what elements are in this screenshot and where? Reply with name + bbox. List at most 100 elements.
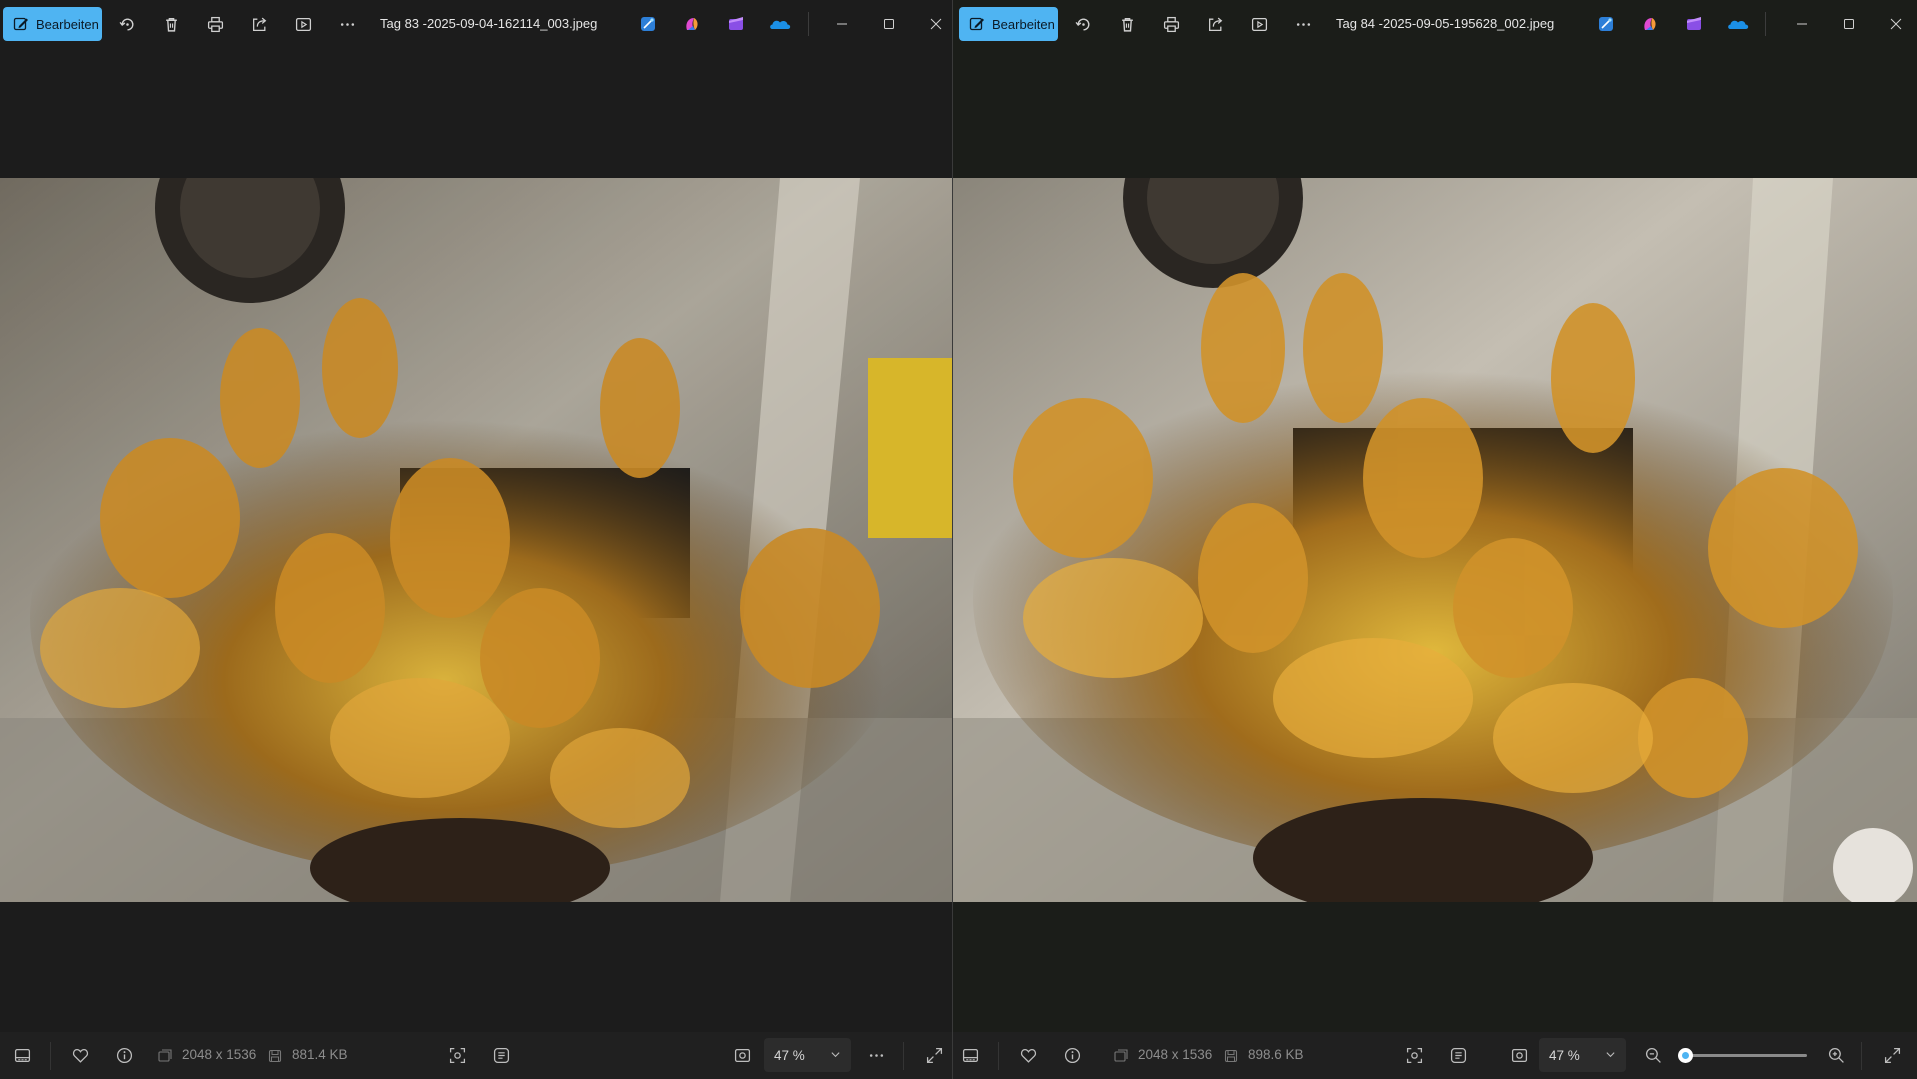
filmstrip-button[interactable] — [959, 1044, 981, 1066]
file-size: 898.6 KB — [1248, 1047, 1304, 1062]
zoom-slider[interactable] — [1678, 1048, 1807, 1063]
print-button[interactable] — [203, 12, 227, 36]
rotate-icon — [1075, 18, 1089, 31]
photo-canvas[interactable] — [953, 178, 1917, 902]
edit-button[interactable]: Bearbeiten — [959, 7, 1058, 41]
favorite-icon — [1020, 1048, 1036, 1063]
left-viewer-window: Bearbeiten Tag 83 -2025-09-04-162114_003… — [0, 0, 952, 1079]
delete-icon — [165, 17, 177, 32]
plant-photo[interactable] — [953, 178, 1917, 902]
zoom-level: 47 % — [1549, 1047, 1580, 1063]
slideshow-button[interactable] — [291, 12, 315, 36]
minimize-icon — [1797, 23, 1807, 25]
print-icon — [207, 16, 223, 32]
fit-to-window-icon — [1511, 1048, 1527, 1062]
fullscreen-button[interactable] — [1881, 1044, 1903, 1066]
info-button[interactable] — [1061, 1044, 1083, 1066]
zoom-level: 47 % — [774, 1047, 805, 1063]
favorite-button[interactable] — [69, 1044, 91, 1066]
share-icon — [252, 17, 266, 31]
right-viewer-window: Bearbeiten Tag 84 -2025-09-05-195628_002… — [953, 0, 1917, 1079]
fit-to-window-icon — [734, 1048, 750, 1062]
more-options-button[interactable] — [335, 12, 359, 36]
file-name: Tag 84 -2025-09-05-195628_002.jpeg — [1336, 16, 1555, 31]
rotate-button[interactable] — [1071, 12, 1095, 36]
chevron-down-icon — [1606, 1052, 1615, 1058]
edit-button[interactable]: Bearbeiten — [3, 7, 102, 41]
rotate-button[interactable] — [115, 12, 139, 36]
delete-button[interactable] — [1115, 12, 1139, 36]
print-button[interactable] — [1159, 12, 1183, 36]
statusbar-separator — [998, 1042, 999, 1070]
edit-button-label: Bearbeiten — [992, 16, 1055, 32]
share-icon — [1208, 17, 1222, 31]
more-options-button[interactable] — [865, 1044, 887, 1066]
zoom-level-dropdown[interactable]: 47 % — [1539, 1038, 1626, 1072]
zoom-in-button[interactable] — [1825, 1044, 1847, 1066]
fit-to-window-button[interactable] — [1508, 1044, 1530, 1066]
clipchamp-app-icon[interactable] — [1684, 14, 1704, 34]
visual-search-icon — [449, 1047, 465, 1063]
edit-icon — [13, 17, 28, 31]
designer-app-icon[interactable] — [638, 14, 658, 34]
chevron-down-icon — [831, 1052, 840, 1058]
statusbar-separator — [903, 1042, 904, 1070]
minimize-button[interactable] — [830, 12, 854, 36]
onedrive-icon[interactable] — [1726, 14, 1750, 34]
delete-button[interactable] — [159, 12, 183, 36]
plant-photo[interactable] — [0, 178, 952, 902]
visual-search-icon — [1406, 1047, 1422, 1063]
titlebar: Bearbeiten Tag 83 -2025-09-04-162114_003… — [0, 0, 952, 48]
fullscreen-button[interactable] — [923, 1044, 945, 1066]
statusbar: 2048 x 1536 898.6 KB 47 % — [953, 1032, 1917, 1079]
copilot-app-icon[interactable] — [682, 14, 702, 34]
maximize-button[interactable] — [877, 12, 901, 36]
close-button[interactable] — [1884, 12, 1908, 36]
close-button[interactable] — [924, 12, 948, 36]
filmstrip-button[interactable] — [11, 1044, 33, 1066]
maximize-button[interactable] — [1837, 12, 1861, 36]
zoom-out-button[interactable] — [1642, 1044, 1664, 1066]
maximize-icon — [884, 19, 894, 29]
info-button[interactable] — [113, 1044, 135, 1066]
more-icon — [869, 1053, 883, 1057]
rotate-icon — [119, 18, 133, 31]
zoom-level-dropdown[interactable]: 47 % — [764, 1038, 851, 1072]
image-dimensions-icon — [1114, 1049, 1128, 1062]
visual-search-button[interactable] — [446, 1044, 468, 1066]
delete-icon — [1121, 17, 1133, 32]
statusbar: 2048 x 1536 881.4 KB 47 % — [0, 1032, 952, 1079]
image-dimensions: 2048 x 1536 — [1138, 1047, 1213, 1062]
favorite-button[interactable] — [1017, 1044, 1039, 1066]
edit-icon — [969, 17, 984, 31]
slideshow-icon — [1251, 17, 1267, 31]
file-size: 881.4 KB — [292, 1047, 348, 1062]
visual-search-button[interactable] — [1403, 1044, 1425, 1066]
designer-app-icon[interactable] — [1596, 14, 1616, 34]
more-options-button[interactable] — [1291, 12, 1315, 36]
share-button[interactable] — [247, 12, 271, 36]
fit-to-window-button[interactable] — [731, 1044, 753, 1066]
clipchamp-app-icon[interactable] — [726, 14, 746, 34]
zoom-slider-thumb[interactable] — [1678, 1048, 1694, 1063]
text-recognition-icon — [493, 1047, 509, 1063]
share-button[interactable] — [1203, 12, 1227, 36]
onedrive-icon[interactable] — [768, 14, 792, 34]
slideshow-icon — [295, 17, 311, 31]
photo-canvas[interactable] — [0, 178, 952, 902]
close-icon — [1890, 18, 1902, 30]
minimize-button[interactable] — [1790, 12, 1814, 36]
fullscreen-icon — [926, 1047, 942, 1063]
text-recognition-button[interactable] — [490, 1044, 512, 1066]
filmstrip-icon — [14, 1048, 30, 1062]
info-icon — [116, 1047, 132, 1063]
minimize-icon — [837, 23, 847, 25]
image-dimensions: 2048 x 1536 — [182, 1047, 257, 1062]
close-icon — [930, 18, 942, 30]
text-recognition-icon — [1450, 1047, 1466, 1063]
slideshow-button[interactable] — [1247, 12, 1271, 36]
file-size-icon — [268, 1049, 282, 1063]
titlebar-separator — [808, 12, 809, 36]
copilot-app-icon[interactable] — [1640, 14, 1660, 34]
text-recognition-button[interactable] — [1447, 1044, 1469, 1066]
